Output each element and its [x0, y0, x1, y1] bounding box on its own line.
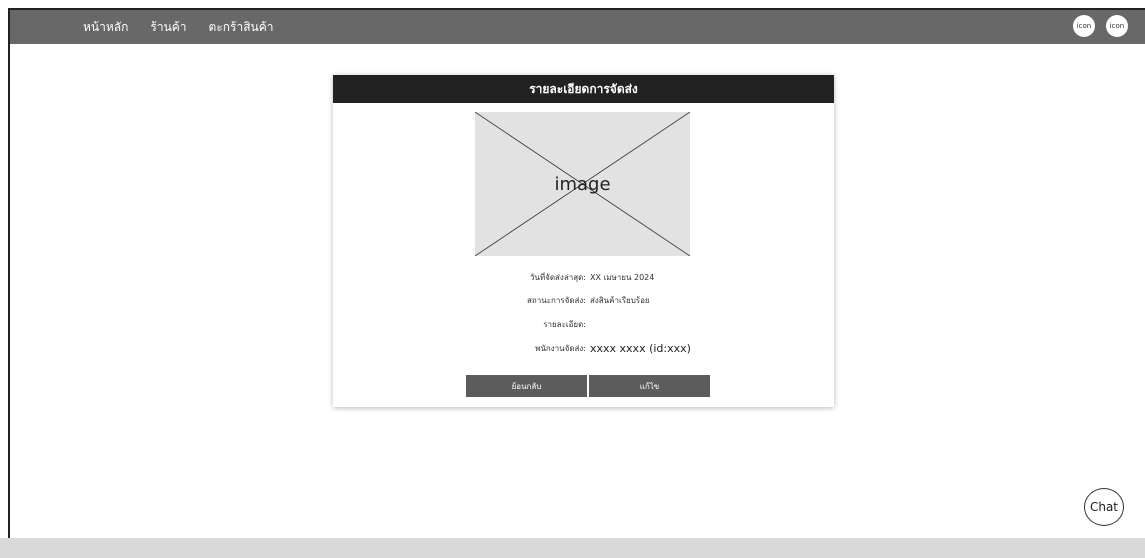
delivery-detail-card: รายละเอียดการจัดส่ง image วันที่จัดส่งล่…: [333, 75, 834, 407]
nav-link-shop[interactable]: ร้านค้า: [150, 18, 186, 37]
nav-icon-1[interactable]: icon: [1073, 15, 1095, 37]
nav-icons: icon icon: [1073, 15, 1128, 37]
footer-bar: [0, 538, 1145, 558]
detail-label: พนักงานจัดส่ง:: [535, 344, 586, 353]
detail-row-delivery-status: สถานะการจัดส่ง: ส่งสินค้าเรียบร้อย: [333, 293, 834, 309]
image-placeholder: image: [475, 112, 690, 256]
card-title: รายละเอียดการจัดส่ง: [333, 75, 834, 103]
detail-row-last-delivery-date: วันที่จัดส่งล่าสุด: XX เมษายน 2024: [333, 270, 834, 286]
detail-value: XX เมษายน 2024: [590, 273, 655, 282]
nav-links: หน้าหลัก ร้านค้า ตะกร้าสินค้า: [83, 10, 274, 44]
detail-label: สถานะการจัดส่ง:: [527, 296, 586, 305]
detail-value: ส่งสินค้าเรียบร้อย: [590, 296, 650, 305]
nav-icon-2[interactable]: icon: [1106, 15, 1128, 37]
detail-label: รายละเอียด:: [543, 320, 586, 329]
detail-row-description: รายละเอียด:: [333, 317, 834, 333]
nav-link-cart[interactable]: ตะกร้าสินค้า: [209, 18, 274, 37]
back-button[interactable]: ย้อนกลับ: [466, 375, 587, 397]
nav-link-home[interactable]: หน้าหลัก: [83, 18, 128, 37]
chat-button[interactable]: Chat: [1084, 488, 1124, 526]
top-navbar: หน้าหลัก ร้านค้า ตะกร้าสินค้า icon icon: [10, 10, 1145, 44]
detail-row-courier: พนักงานจัดส่ง: xxxx xxxx (id:xxx): [333, 341, 834, 357]
detail-value: xxxx xxxx (id:xxx): [590, 342, 691, 355]
image-label: image: [554, 173, 611, 195]
detail-label: วันที่จัดส่งล่าสุด:: [529, 273, 586, 282]
edit-button[interactable]: แก้ไข: [589, 375, 710, 397]
